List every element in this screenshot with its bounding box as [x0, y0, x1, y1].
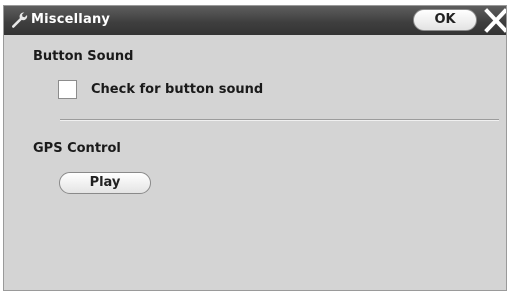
title-bar: Miscellany OK	[4, 6, 506, 35]
miscellany-dialog: Miscellany OK Button Sound Check for but…	[3, 5, 507, 291]
button-sound-checkbox-label[interactable]: Check for button sound	[91, 82, 263, 97]
ok-button[interactable]: OK	[413, 9, 477, 31]
section-divider	[60, 119, 499, 121]
close-icon[interactable]	[484, 8, 506, 33]
gps-control-heading: GPS Control	[33, 141, 121, 156]
dialog-content: Button Sound Check for button sound GPS …	[4, 35, 506, 290]
wrench-icon	[10, 11, 28, 29]
dialog-title: Miscellany	[31, 12, 111, 27]
button-sound-checkbox[interactable]	[58, 80, 77, 99]
play-button[interactable]: Play	[59, 172, 151, 194]
button-sound-heading: Button Sound	[33, 49, 134, 64]
